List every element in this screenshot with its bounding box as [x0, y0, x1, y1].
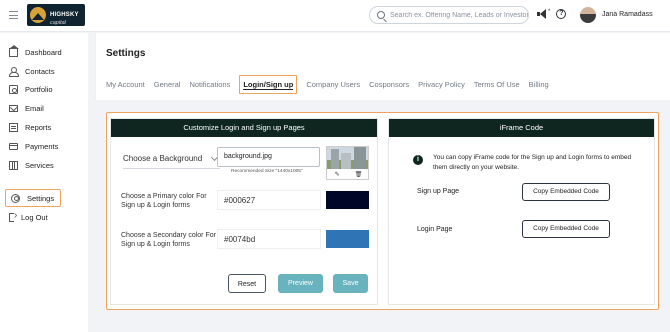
sidebar-item-contacts[interactable]: Contacts	[0, 63, 88, 79]
user-name[interactable]: Jana Ramadass	[602, 11, 653, 18]
tab-company-users[interactable]: Company Users	[306, 80, 360, 89]
edit-icon[interactable]: ✎	[335, 171, 340, 178]
sidebar-item-settings[interactable]: Settings	[5, 189, 61, 207]
brand-subname: capital	[50, 19, 66, 26]
building-shape	[341, 153, 351, 169]
tab-login-signup-label: Login/Sign up	[243, 79, 294, 90]
tab-privacy-policy[interactable]: Privacy Policy	[418, 80, 465, 89]
building-shape	[354, 147, 366, 169]
building-shape	[331, 149, 339, 169]
login-page-label: Login Page	[417, 226, 453, 233]
search-box[interactable]	[369, 6, 529, 24]
tab-login-signup[interactable]: Login/Sign up	[239, 74, 298, 94]
portfolio-icon	[9, 84, 18, 94]
recommended-size-hint: Recommended Size "1440x1005"	[231, 169, 303, 174]
primary-color-label: Choose a Primary color For Sign up & Log…	[121, 193, 207, 209]
sidebar-item-email[interactable]: Email	[0, 100, 88, 116]
menu-icon[interactable]	[9, 11, 18, 19]
sidebar-item-label: Contacts	[25, 66, 55, 76]
mail-icon	[9, 104, 18, 112]
iframe-info-text: You can copy iFrame code for the Sign up…	[433, 154, 632, 171]
brand-name: HIGHSKY	[50, 11, 79, 18]
report-icon	[9, 122, 18, 132]
sidebar-item-services[interactable]: Services	[0, 157, 88, 173]
settings-tabs: My Account General Notifications Login/S…	[106, 74, 558, 94]
customize-panel: Customize Login and Sign up Pages Choose…	[110, 118, 378, 305]
users-icon	[9, 66, 19, 77]
primary-color-swatch[interactable]	[326, 191, 369, 209]
copy-login-code-button[interactable]: Copy Embedded Code	[522, 220, 610, 238]
help-icon[interactable]: ?	[556, 9, 567, 19]
search-input[interactable]	[390, 11, 528, 19]
notification-badge: *	[548, 8, 551, 15]
sidebar-item-label: Portfolio	[25, 84, 53, 94]
sidebar-item-payments[interactable]: Payments	[0, 138, 88, 154]
sidebar-item-label: Email	[25, 103, 44, 113]
tab-general[interactable]: General	[154, 80, 181, 89]
sidebar-item-label: Log Out	[21, 212, 48, 222]
sidebar-item-label: Settings	[27, 193, 55, 203]
signup-page-label: Sign up Page	[417, 188, 460, 195]
gear-icon	[11, 193, 20, 203]
secondary-color-swatch[interactable]	[326, 230, 369, 248]
background-thumbnail: ✎ 🗑	[326, 146, 369, 180]
background-file-field[interactable]: background.jpg	[217, 147, 320, 167]
tab-terms-of-use[interactable]: Terms Of Use	[474, 80, 520, 89]
tab-cosponsors[interactable]: Cosponsors	[369, 80, 409, 89]
primary-color-input[interactable]: #000627	[217, 190, 321, 210]
iframe-panel: iFrame Code i You can copy iFrame code f…	[388, 118, 655, 305]
card-icon	[9, 142, 18, 150]
info-icon: i	[413, 155, 423, 165]
trash-icon[interactable]: 🗑	[355, 171, 363, 178]
secondary-color-label: Choose a Secondary color For Sign up & L…	[121, 232, 216, 248]
save-button[interactable]: Save	[333, 274, 368, 293]
secondary-color-input[interactable]: #0074bd	[217, 229, 321, 249]
reset-button[interactable]: Reset	[228, 274, 266, 293]
services-icon	[9, 160, 18, 170]
tab-my-account[interactable]: My Account	[106, 80, 145, 89]
background-select-label: Choose a Background	[123, 154, 203, 163]
tab-billing[interactable]: Billing	[529, 80, 549, 89]
page-title: Settings	[106, 48, 146, 59]
sidebar-item-logout[interactable]: Log Out	[0, 209, 88, 225]
top-bar: HIGHSKY capital * ? Jana Ramadass	[0, 0, 670, 32]
copy-signup-code-button[interactable]: Copy Embedded Code	[522, 183, 610, 201]
sidebar-item-portfolio[interactable]: Portfolio	[0, 81, 88, 97]
iframe-panel-heading: iFrame Code	[389, 119, 654, 137]
sidebar-item-label: Services	[25, 160, 54, 170]
page-header: Settings My Account General Notification…	[95, 33, 670, 100]
logout-icon	[9, 210, 17, 222]
sidebar-item-dashboard[interactable]: Dashboard	[0, 44, 88, 60]
home-icon	[9, 44, 19, 57]
customize-panel-heading: Customize Login and Sign up Pages	[111, 119, 377, 137]
preview-button[interactable]: Preview	[278, 274, 323, 293]
tab-notifications[interactable]: Notifications	[189, 80, 230, 89]
sidebar-item-label: Reports	[25, 122, 52, 132]
sidebar-item-reports[interactable]: Reports	[0, 119, 88, 135]
sidebar: Dashboard Contacts Portfolio Email Repor…	[0, 33, 88, 332]
search-icon	[377, 11, 385, 19]
brand-logo[interactable]: HIGHSKY capital	[27, 4, 85, 26]
avatar[interactable]	[580, 7, 596, 23]
logo-mark-icon	[30, 7, 46, 23]
sidebar-item-label: Payments	[25, 141, 59, 151]
sidebar-item-label: Dashboard	[25, 47, 62, 57]
background-select[interactable]: Choose a Background	[123, 149, 220, 169]
megaphone-icon[interactable]	[537, 9, 547, 19]
